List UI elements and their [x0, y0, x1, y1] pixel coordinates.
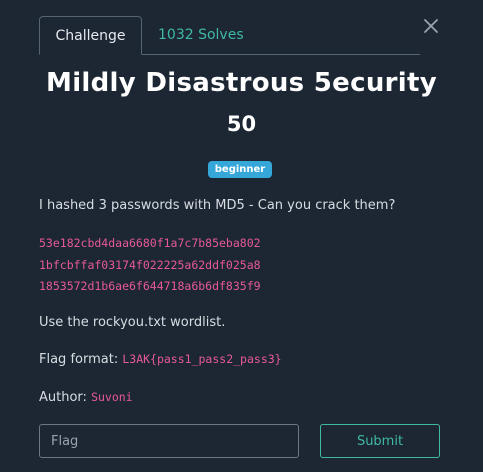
challenge-description: I hashed 3 passwords with MD5 - Can you …: [39, 198, 396, 213]
wordlist-note: Use the rockyou.txt wordlist.: [39, 315, 226, 330]
flag-format-value: L3AK{pass1_pass2_pass3}: [122, 352, 282, 366]
difficulty-badge: beginner: [208, 161, 272, 178]
hash-line-2: 1bfcbffaf03174f022225a62ddf025a8: [39, 258, 261, 272]
challenge-tabs: Challenge 1032 Solves: [39, 16, 420, 55]
flag-input[interactable]: [39, 424, 299, 458]
author-name: Suvoni: [91, 390, 133, 404]
challenge-points: 50: [226, 112, 257, 136]
challenge-title: Mildly Disastrous 5ecurity: [46, 68, 437, 98]
author: Author: Suvoni: [39, 390, 133, 405]
hash-line-1: 53e182cbd4daa6680f1a7c7b85eba802: [39, 236, 261, 250]
flag-format: Flag format: L3AK{pass1_pass2_pass3}: [39, 352, 282, 367]
tab-challenge[interactable]: Challenge: [39, 16, 142, 55]
submit-button[interactable]: Submit: [320, 424, 440, 458]
hash-line-3: 1853572d1b6ae6f644718a6b6df835f9: [39, 279, 261, 293]
tab-solves[interactable]: 1032 Solves: [158, 16, 244, 54]
close-icon[interactable]: [423, 18, 439, 34]
flag-format-label: Flag format:: [39, 352, 119, 367]
author-label: Author:: [39, 390, 87, 405]
